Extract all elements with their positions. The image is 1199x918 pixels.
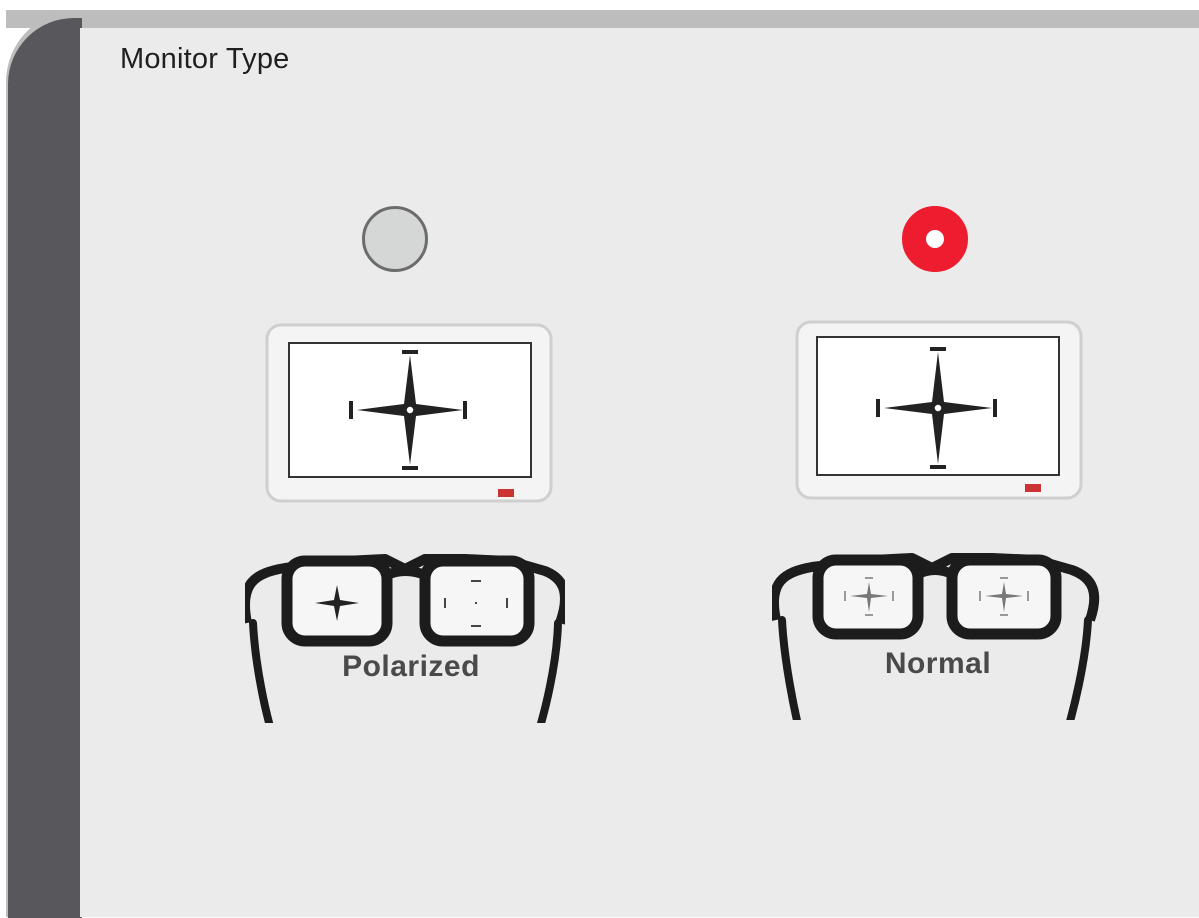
normal-radio[interactable] <box>902 206 968 272</box>
monitor-type-panel: Monitor Type Polarized Normal <box>80 28 1199 917</box>
polarized-radio[interactable] <box>362 206 428 272</box>
section-title: Monitor Type <box>120 43 290 75</box>
normal-label: Normal <box>884 647 992 680</box>
sidebar <box>8 18 82 918</box>
polarized-label: Polarized <box>342 650 480 683</box>
